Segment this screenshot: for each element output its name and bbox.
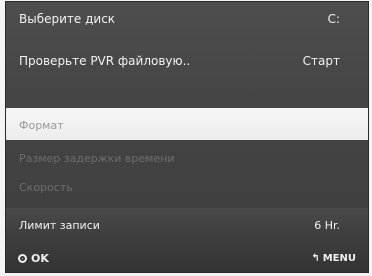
menu-item-label: Проверьте PVR файловую.. [19,54,191,68]
menu-item-check-pvr-filesystem[interactable]: Проверьте PVR файловую.. Старт [6,38,368,78]
menu-item-select-disk[interactable]: Выберите диск C: [6,2,368,36]
menu-item-value: 6 Hr. [314,219,340,232]
ok-label: OK [31,252,49,265]
menu-item-label: Размер задержки времени [19,152,175,165]
menu-hint[interactable]: ↰ MENU [311,253,356,264]
pvr-settings-screen: Выберите диск C: Проверьте PVR файловую.… [6,2,368,272]
circle-ok-icon [18,254,27,263]
menu-spacer [6,78,368,108]
menu-item-value: C: [327,12,340,26]
menu-item-value: Старт [302,54,340,68]
ok-hint[interactable]: OK [18,252,49,265]
footer-hint-bar: OK ↰ MENU [6,240,368,272]
return-arrow-icon: ↰ [311,252,320,264]
menu-item-label: Формат [19,119,64,132]
menu-item-timeshift-size: Размер задержки времени [6,148,368,170]
menu-item-format[interactable]: Формат [6,108,368,140]
menu-item-label: Скорость [19,181,73,194]
menu-item-label: Лимит записи [19,219,100,232]
menu-item-record-limit[interactable]: Лимит записи 6 Hr. [6,208,368,240]
menu-item-label: Выберите диск [19,12,116,26]
menu-item-speed: Скорость [6,177,368,199]
menu-label: MENU [322,253,356,264]
